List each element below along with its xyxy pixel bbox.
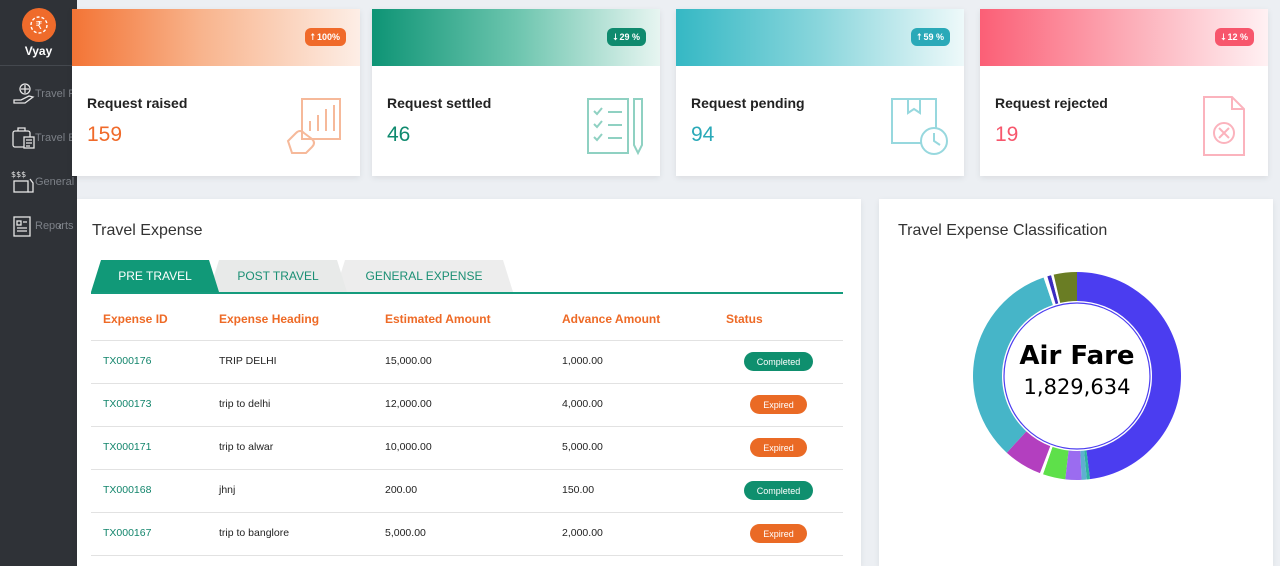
panel-title: Travel Expense Classification bbox=[898, 222, 1108, 239]
travel-expense-icon bbox=[11, 125, 37, 151]
panel-title: Travel Expense bbox=[92, 222, 203, 239]
svg-text:₹: ₹ bbox=[35, 19, 42, 32]
tab-pre-travel[interactable]: PRE TRAVEL bbox=[91, 260, 219, 292]
card-value: 19 bbox=[995, 123, 1019, 146]
tab-post-travel[interactable]: POST TRAVEL bbox=[209, 260, 347, 292]
card-header-band: ⭡ 59 % bbox=[676, 9, 964, 66]
advance-amount: 1,000.00 bbox=[562, 355, 603, 367]
sidebar-item-travel-request[interactable]: Travel Re bbox=[0, 72, 77, 116]
card-request-pending[interactable]: ⭡ 59 % Request pending 94 bbox=[676, 9, 964, 176]
status-badge: Expired bbox=[750, 524, 807, 543]
donut-center-label: Air Fare bbox=[1019, 341, 1135, 371]
estimated-amount: 15,000.00 bbox=[385, 355, 432, 367]
expense-id-link[interactable]: TX000171 bbox=[103, 441, 151, 453]
table-row[interactable]: TX000173 trip to delhi 12,000.00 4,000.0… bbox=[91, 384, 843, 427]
sidebar-item-label: Reports bbox=[35, 220, 74, 232]
advance-amount: 2,000.00 bbox=[562, 527, 603, 539]
column-header-expense-heading[interactable]: Expense Heading bbox=[219, 312, 319, 326]
sidebar-item-travel-expense[interactable]: Travel Ex bbox=[0, 116, 77, 160]
card-title: Request rejected bbox=[995, 95, 1108, 111]
sidebar-item-label: Travel Ex bbox=[35, 132, 77, 144]
reports-icon bbox=[11, 213, 37, 239]
vyay-logo-icon: ₹ bbox=[21, 8, 56, 42]
expense-heading: trip to alwar bbox=[219, 441, 274, 453]
trend-badge: ⭣ 12 % bbox=[1215, 28, 1254, 46]
expense-table: Expense ID Expense Heading Estimated Amo… bbox=[91, 298, 843, 556]
card-header-band: ⭣ 29 % bbox=[372, 9, 660, 66]
tab-general-expense[interactable]: GENERAL EXPENSE bbox=[335, 260, 513, 292]
status-badge: Completed bbox=[744, 352, 813, 371]
chevron-left-icon[interactable]: ‹ bbox=[58, 219, 62, 233]
general-expense-icon: $$$ bbox=[11, 169, 37, 195]
card-title: Request settled bbox=[387, 95, 492, 111]
expense-tabs: GENERAL EXPENSE POST TRAVEL PRE TRAVEL bbox=[91, 260, 843, 294]
arrow-down-icon: ⭣ bbox=[1221, 31, 1226, 42]
hand-chart-icon bbox=[286, 98, 341, 154]
card-title: Request raised bbox=[87, 95, 188, 111]
app-name: Vyay bbox=[24, 44, 53, 58]
logo[interactable]: ₹ Vyay bbox=[0, 0, 77, 66]
arrow-up-icon: ⭡ bbox=[917, 31, 922, 42]
estimated-amount: 10,000.00 bbox=[385, 441, 432, 453]
card-request-rejected[interactable]: ⭣ 12 % Request rejected 19 bbox=[980, 9, 1268, 176]
classification-panel: Travel Expense Classification Air Fare 1… bbox=[879, 199, 1273, 566]
column-header-expense-id[interactable]: Expense ID bbox=[103, 312, 168, 326]
sidebar-item-reports[interactable]: Reports ‹ bbox=[0, 204, 77, 248]
column-header-advance-amount[interactable]: Advance Amount bbox=[562, 312, 660, 326]
column-header-status[interactable]: Status bbox=[726, 312, 763, 326]
status-badge: Expired bbox=[750, 395, 807, 414]
card-value: 46 bbox=[387, 123, 411, 146]
expense-id-link[interactable]: TX000176 bbox=[103, 355, 151, 367]
trend-badge: ⭣ 29 % bbox=[607, 28, 646, 46]
expense-heading: trip to delhi bbox=[219, 398, 271, 410]
card-value: 159 bbox=[87, 123, 123, 146]
card-request-raised[interactable]: ⭡ 100% Request raised 159 bbox=[72, 9, 360, 176]
status-badge: Expired bbox=[750, 438, 807, 457]
table-row[interactable]: TX000168 jhnj 200.00 150.00 Completed bbox=[91, 470, 843, 513]
travel-request-icon bbox=[11, 81, 37, 107]
advance-amount: 5,000.00 bbox=[562, 441, 603, 453]
document-x-icon bbox=[1203, 96, 1245, 156]
sidebar-item-label: Travel Re bbox=[35, 88, 77, 100]
sidebar-item-general[interactable]: $$$ General bbox=[0, 160, 77, 204]
expense-id-link[interactable]: TX000173 bbox=[103, 398, 151, 410]
advance-amount: 150.00 bbox=[562, 484, 595, 496]
table-row[interactable]: TX000176 TRIP DELHI 15,000.00 1,000.00 C… bbox=[91, 341, 843, 384]
box-clock-icon bbox=[891, 98, 948, 155]
expense-id-link[interactable]: TX000167 bbox=[103, 527, 151, 539]
arrow-up-icon: ⭡ bbox=[310, 31, 315, 42]
trend-badge: ⭡ 59 % bbox=[911, 28, 950, 46]
svg-text:$$$: $$$ bbox=[11, 170, 26, 179]
estimated-amount: 200.00 bbox=[385, 484, 418, 496]
table-row[interactable]: TX000171 trip to alwar 10,000.00 5,000.0… bbox=[91, 427, 843, 470]
table-header: Expense ID Expense Heading Estimated Amo… bbox=[91, 298, 843, 341]
column-header-estimated-amount[interactable]: Estimated Amount bbox=[385, 312, 491, 326]
expense-heading: trip to banglore bbox=[219, 527, 290, 539]
donut-center-value: 1,829,634 bbox=[1023, 375, 1131, 399]
expense-heading: jhnj bbox=[219, 484, 236, 496]
sidebar-item-label: General bbox=[35, 176, 75, 188]
status-badge: Completed bbox=[744, 481, 813, 500]
card-request-settled[interactable]: ⭣ 29 % Request settled 46 bbox=[372, 9, 660, 176]
arrow-down-icon: ⭣ bbox=[613, 31, 618, 42]
trend-badge: ⭡ 100% bbox=[304, 28, 346, 46]
advance-amount: 4,000.00 bbox=[562, 398, 603, 410]
card-title: Request pending bbox=[691, 95, 805, 111]
card-header-band: ⭣ 12 % bbox=[980, 9, 1268, 66]
expense-id-link[interactable]: TX000168 bbox=[103, 484, 151, 496]
table-row[interactable]: TX000167 trip to banglore 5,000.00 2,000… bbox=[91, 513, 843, 556]
checklist-pencil-icon bbox=[587, 98, 643, 156]
expense-heading: TRIP DELHI bbox=[219, 355, 277, 367]
estimated-amount: 12,000.00 bbox=[385, 398, 432, 410]
card-header-band: ⭡ 100% bbox=[72, 9, 360, 66]
sidebar: ₹ Vyay Travel Re Travel Ex $$$ General R… bbox=[0, 0, 77, 566]
card-value: 94 bbox=[691, 123, 715, 146]
travel-expense-panel: Travel Expense GENERAL EXPENSE POST TRAV… bbox=[77, 199, 861, 566]
estimated-amount: 5,000.00 bbox=[385, 527, 426, 539]
